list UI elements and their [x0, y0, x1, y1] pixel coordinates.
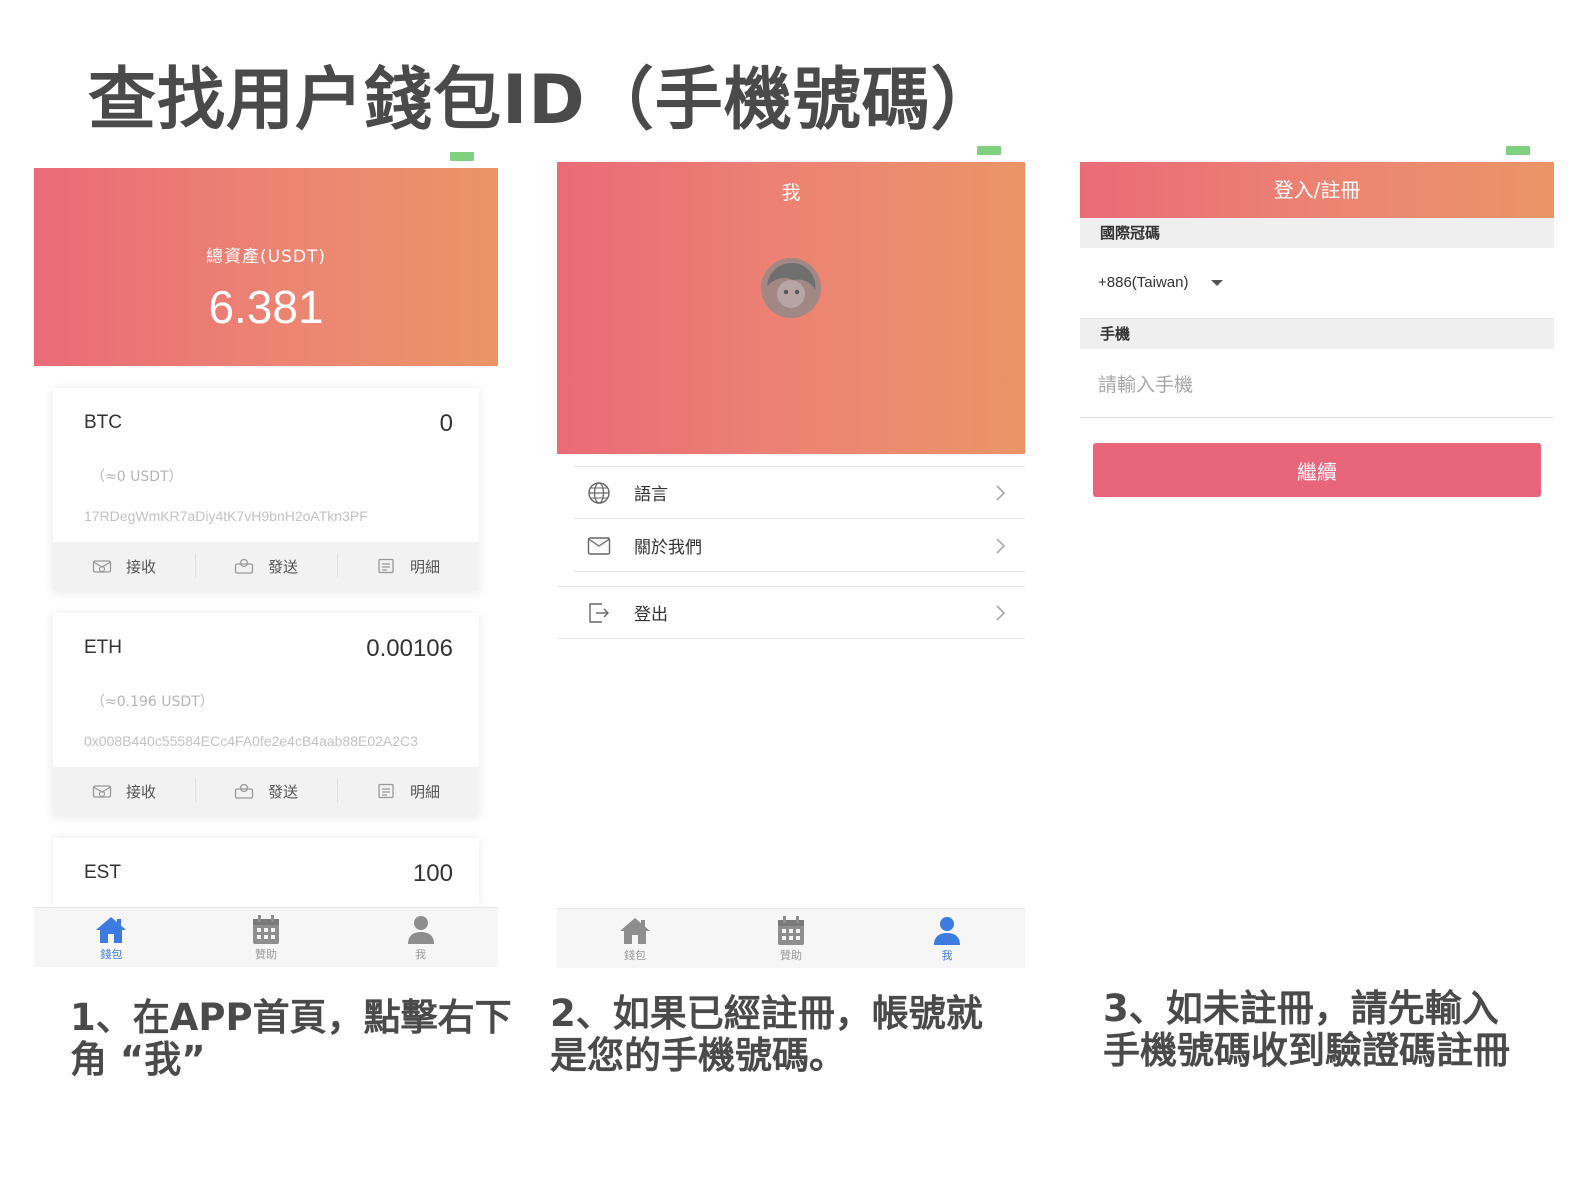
battery-icon — [977, 146, 1001, 155]
detail-label: 明細 — [409, 557, 440, 576]
coin-name: BTC — [84, 412, 122, 433]
coin-amount: 0.00106 — [366, 635, 453, 662]
tab-me-label: 我 — [415, 948, 427, 961]
globe-icon — [588, 481, 610, 504]
tab-wallet-label: 錢包 — [624, 949, 646, 962]
profile-title: 我 — [781, 182, 801, 204]
tab-me-label: 我 — [941, 949, 953, 962]
user-icon — [407, 916, 434, 944]
chevron-right-icon — [996, 485, 1006, 501]
send-label: 發送 — [267, 557, 298, 576]
coin-address: 17RDegWmKR7aDiy4tK7vH9bnH2oATkn3PF — [84, 508, 368, 524]
caption-step-2: 2、如果已經註冊，帳號就 是您的手機號碼。 — [550, 993, 983, 1077]
menu-item-about[interactable]: 關於我們 — [574, 520, 1025, 572]
send-button[interactable]: 發送 — [195, 767, 337, 815]
coin-card-eth[interactable]: ETH 0.00106 （≈0.196 USDT） 0x008B440c5558… — [53, 613, 479, 815]
detail-button[interactable]: 明細 — [337, 542, 479, 590]
total-assets-header: 總資產(USDT) 6.381 — [34, 168, 498, 366]
caption-line: 1、在APP首頁，點擊右下 — [70, 996, 512, 1039]
battery-icon — [450, 152, 474, 161]
caption-line: 角 “我” — [70, 1038, 206, 1081]
logout-icon — [589, 602, 609, 623]
tab-me[interactable]: 我 — [869, 909, 1025, 968]
send-button[interactable]: 發送 — [195, 542, 337, 590]
receive-button[interactable]: 接收 — [53, 767, 195, 815]
tab-wallet-label: 錢包 — [100, 948, 123, 961]
send-icon — [234, 558, 254, 574]
home-icon — [620, 918, 650, 944]
detail-label: 明細 — [409, 782, 440, 801]
total-assets-value: 6.381 — [208, 281, 324, 333]
battery-icon — [1506, 146, 1530, 155]
coin-usdt-value: （≈0.196 USDT） — [91, 694, 214, 710]
login-title: 登入/註冊 — [1080, 162, 1554, 218]
menu-item-language[interactable]: 語言 — [574, 467, 1025, 519]
receive-icon — [92, 560, 112, 573]
calendar-icon — [778, 916, 804, 945]
menu-item-label: 登出 — [634, 605, 668, 625]
receive-icon — [92, 785, 112, 798]
continue-button[interactable]: 繼續 — [1093, 443, 1541, 497]
menu-item-label: 關於我們 — [634, 538, 702, 558]
coin-amount: 0 — [439, 410, 453, 437]
coin-card-est[interactable]: EST 100 — [53, 838, 479, 908]
phone-input[interactable] — [1080, 352, 1554, 418]
detail-icon — [378, 783, 394, 799]
country-code-value: +886(Taiwan) — [1098, 274, 1189, 291]
home-icon — [96, 917, 127, 943]
caption-line: 手機號碼收到驗證碼註冊 — [1103, 1029, 1510, 1072]
coin-card-btc[interactable]: BTC 0 （≈0 USDT） 17RDegWmKR7aDiy4tK7vH9bn… — [53, 388, 479, 590]
chevron-right-icon — [996, 538, 1006, 554]
user-icon — [934, 917, 960, 945]
calendar-icon — [253, 915, 279, 944]
coin-actions: 接收 發送 明細 — [53, 542, 479, 590]
caption-line: 3、如未註冊，請先輸入 — [1103, 987, 1499, 1030]
send-icon — [234, 783, 254, 799]
caption-step-1: 1、在APP首頁，點擊右下 角 “我” — [70, 997, 512, 1081]
coin-name: ETH — [84, 637, 122, 658]
receive-button[interactable]: 接收 — [53, 542, 195, 590]
country-code-label: 國際冠碼 — [1080, 218, 1554, 248]
detail-icon — [378, 558, 394, 574]
phone-label: 手機 — [1080, 319, 1554, 349]
tab-bar: 錢包 贊助 我 — [557, 908, 1025, 968]
menu-item-label: 語言 — [634, 485, 668, 505]
tab-sponsor-label: 贊助 — [780, 949, 802, 962]
tab-sponsor-label: 贊助 — [255, 948, 277, 961]
coin-name: EST — [84, 862, 121, 883]
chevron-right-icon — [996, 605, 1006, 621]
receive-label: 接收 — [125, 782, 156, 801]
profile-header: 我 — [557, 162, 1025, 454]
tab-bar: 錢包 贊助 我 — [34, 907, 498, 967]
caption-line: 2、如果已經註冊，帳號就 — [550, 992, 983, 1035]
tab-wallet[interactable]: 錢包 — [557, 909, 713, 968]
coin-address: 0x008B440c55584ECc4FA0fe2e4cB4aab88E02A2… — [84, 733, 418, 749]
send-label: 發送 — [267, 782, 298, 801]
avatar[interactable] — [759, 256, 823, 320]
tab-sponsor[interactable]: 贊助 — [713, 909, 869, 968]
receive-label: 接收 — [125, 557, 156, 576]
total-assets-label: 總資產(USDT) — [206, 247, 326, 267]
caption-step-3: 3、如未註冊，請先輸入 手機號碼收到驗證碼註冊 — [1103, 988, 1510, 1072]
coin-actions: 接收 發送 明細 — [53, 767, 479, 815]
tab-wallet[interactable]: 錢包 — [34, 908, 189, 967]
mail-icon — [587, 536, 611, 555]
country-code-select[interactable]: +886(Taiwan) — [1098, 274, 1224, 291]
tab-sponsor[interactable]: 贊助 — [189, 908, 344, 967]
caption-line: 是您的手機號碼。 — [550, 1034, 846, 1077]
coin-amount: 100 — [412, 860, 453, 887]
tab-me[interactable]: 我 — [343, 908, 498, 967]
caret-down-icon — [1211, 279, 1224, 286]
detail-button[interactable]: 明細 — [337, 767, 479, 815]
menu-item-logout[interactable]: 登出 — [557, 587, 1025, 639]
coin-usdt-value: （≈0 USDT） — [91, 469, 183, 485]
page-title: 查找用户錢包ID（手機號碼） — [88, 61, 1000, 140]
